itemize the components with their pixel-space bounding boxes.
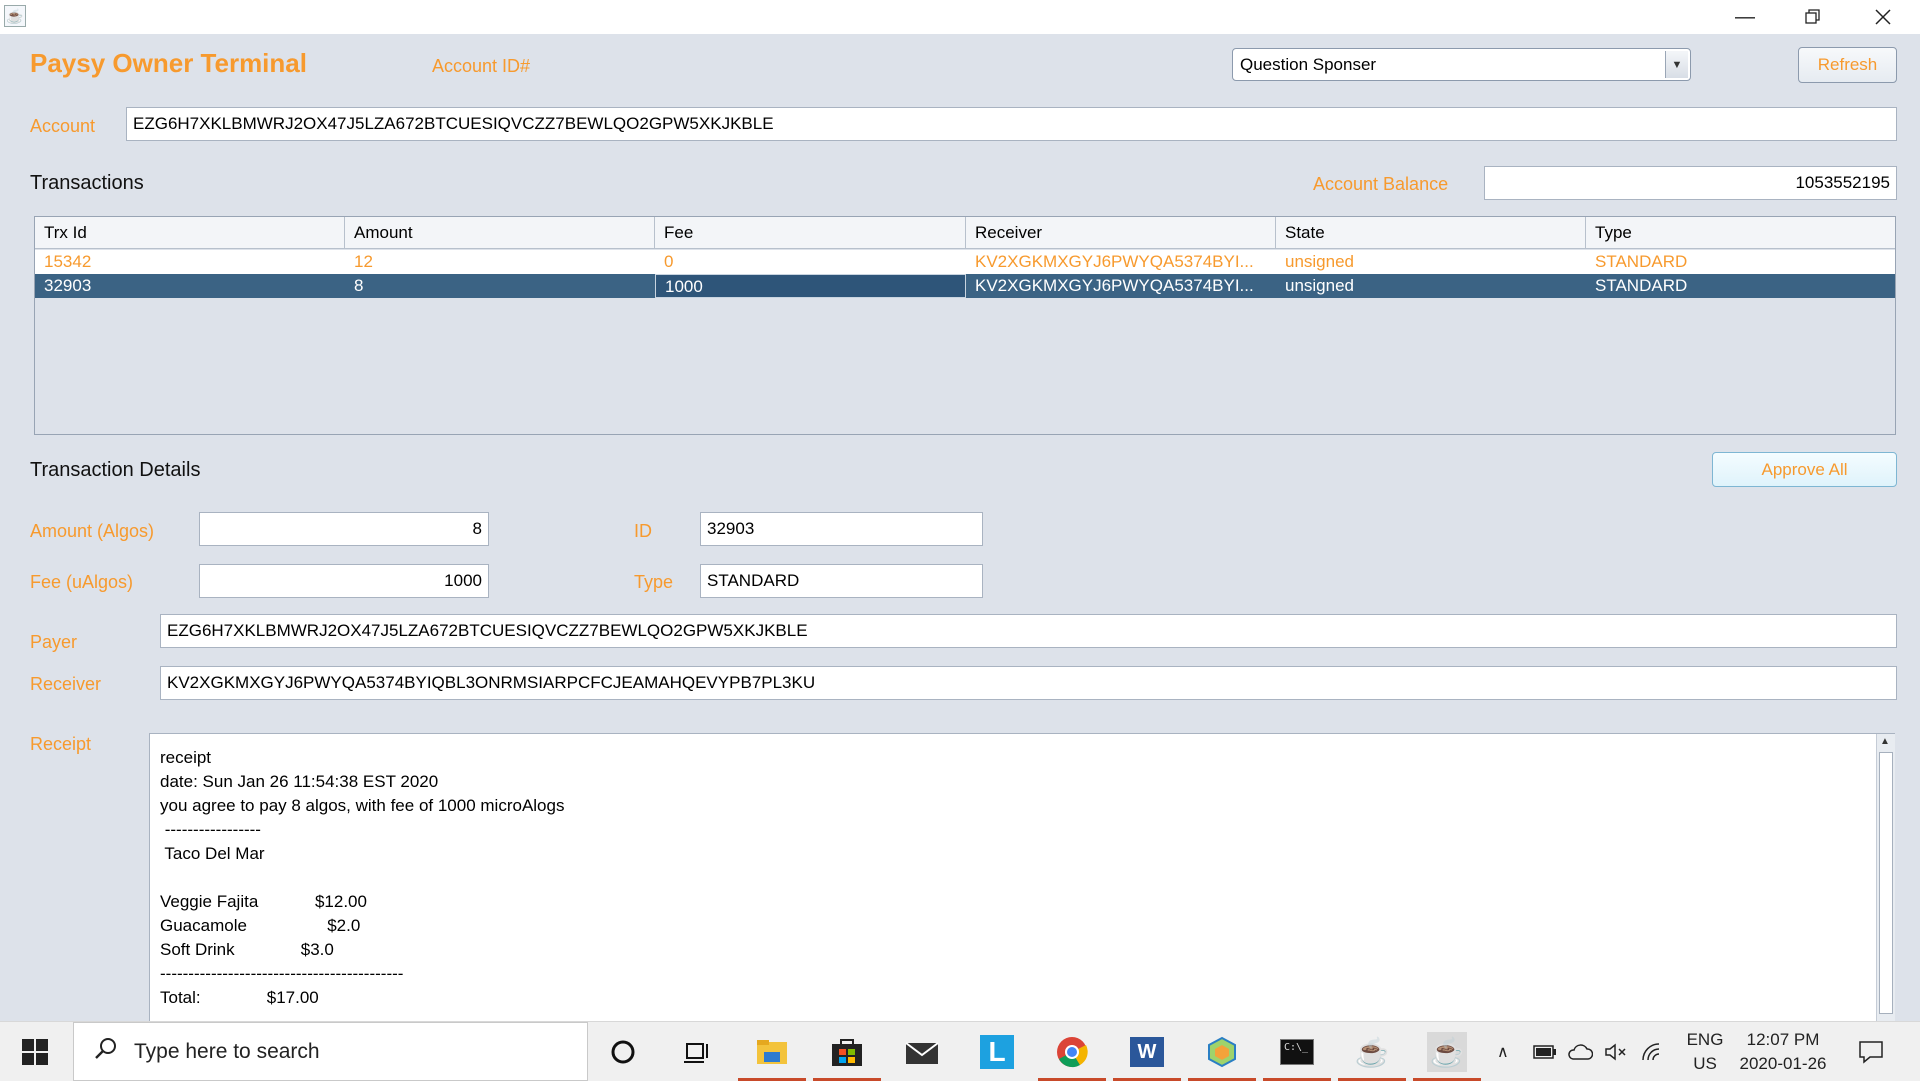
windows-start-icon[interactable] [22,1039,48,1070]
type-label: Type [634,572,674,592]
clock-time: 12:07 PM [1746,1030,1820,1049]
task-view-icon[interactable] [678,1032,718,1072]
cell-trx-id: 32903 [44,276,92,295]
receipt-textarea[interactable]: receipt date: Sun Jan 26 11:54:38 EST 20… [149,733,1895,1023]
cell-receiver: KV2XGKMXGYJ6PWYQA5374BYI... [975,276,1254,295]
java-app-icon: ☕ [4,5,26,27]
windows-taskbar: Type here to search L W C:\_ ☕ ☕ ∧ ENG U… [0,1021,1920,1081]
java-icon-active[interactable]: ☕ [1413,1032,1481,1081]
table-row[interactable]: 15342 12 0 KV2XGKMXGYJ6PWYQA5374BYI... u… [35,250,1895,274]
receipt-scrollbar[interactable]: ▲ [1876,734,1895,1022]
netbeans-cube-icon[interactable] [1188,1032,1256,1081]
java-icon[interactable]: ☕ [1338,1032,1406,1081]
approve-all-button[interactable]: Approve All [1712,452,1897,487]
cortana-icon[interactable] [603,1032,643,1072]
wifi-icon[interactable] [1640,1022,1664,1081]
fee-field[interactable]: 1000 [199,564,489,598]
account-label: Account [30,116,96,136]
receipt-label: Receipt [30,734,92,754]
notification-center-icon[interactable] [1858,1022,1884,1081]
transactions-heading: Transactions [30,172,144,194]
payer-label: Payer [30,632,78,652]
account-balance-label: Account Balance [1313,174,1449,194]
battery-icon[interactable] [1533,1022,1557,1081]
lync-l-icon[interactable]: L [977,1032,1017,1072]
microsoft-store-icon[interactable] [813,1032,881,1081]
account-field[interactable]: EZG6H7XKLBMWRJ2OX47J5LZA672BTCUESIQVCZZ7… [126,107,1897,141]
type-field[interactable]: STANDARD [700,564,983,598]
column-header-amount[interactable]: Amount [345,217,655,249]
app-title: Paysy Owner Terminal [30,48,307,78]
id-field[interactable]: 32903 [700,512,983,546]
clock-date: 2020-01-26 [1739,1054,1827,1073]
file-explorer-icon[interactable] [738,1032,806,1081]
column-header-receiver[interactable]: Receiver [966,217,1276,249]
account-select[interactable]: Question Sponser ▼ [1232,48,1691,81]
transaction-details-heading: Transaction Details [30,459,201,481]
minimize-icon[interactable]: — [1710,0,1780,34]
scroll-thumb[interactable] [1879,752,1893,1014]
chevron-up-icon[interactable]: ∧ [1497,1022,1509,1081]
cell-state: unsigned [1285,276,1355,295]
language-code: ENG [1686,1030,1724,1049]
fee-label: Fee (uAlgos) [30,572,134,592]
transactions-table[interactable]: Trx Id Amount Fee Receiver State Type 15… [34,216,1896,435]
search-icon [94,1037,118,1066]
language-indicator[interactable]: ENG US [1683,1028,1727,1076]
column-header-fee[interactable]: Fee [655,217,966,249]
cell-type: STANDARD [1595,276,1688,295]
account-balance-field[interactable]: 1053552195 [1484,166,1897,200]
mail-icon[interactable] [902,1032,942,1072]
column-header-state[interactable]: State [1276,217,1586,249]
amount-field[interactable]: 8 [199,512,489,546]
refresh-button[interactable]: Refresh [1798,47,1897,83]
receiver-label: Receiver [30,674,102,694]
cell-trx-id: 15342 [44,252,92,271]
account-id-label: Account ID# [432,56,531,76]
cell-receiver: KV2XGKMXGYJ6PWYQA5374BYI... [975,252,1254,271]
cell-state: unsigned [1285,252,1355,271]
close-icon[interactable] [1848,0,1918,34]
taskbar-search-box[interactable]: Type here to search [73,1022,588,1081]
receiver-field[interactable]: KV2XGKMXGYJ6PWYQA5374BYIQBL3ONRMSIARPCFC… [160,666,1897,700]
cell-type: STANDARD [1595,252,1688,271]
chrome-icon[interactable] [1038,1032,1106,1081]
word-icon[interactable]: W [1113,1032,1181,1081]
region-code: US [1693,1054,1717,1073]
cell-amount: 8 [354,276,364,295]
amount-label: Amount (Algos) [30,521,155,541]
id-label: ID [634,521,652,541]
onedrive-cloud-icon[interactable] [1567,1022,1593,1081]
window-title-bar: ☕ — [0,0,1920,34]
payer-field[interactable]: EZG6H7XKLBMWRJ2OX47J5LZA672BTCUESIQVCZZ7… [160,614,1897,648]
cell-fee-focused: 1000 [655,274,966,298]
volume-muted-icon[interactable] [1604,1022,1628,1081]
cell-amount: 12 [354,252,373,271]
account-select-value: Question Sponser [1240,55,1377,74]
clock[interactable]: 12:07 PM 2020-01-26 [1732,1028,1834,1076]
search-placeholder: Type here to search [134,1039,320,1063]
restore-icon[interactable] [1778,0,1848,34]
table-row-selected[interactable]: 32903 8 1000 KV2XGKMXGYJ6PWYQA5374BYI...… [35,274,1895,298]
cell-fee: 0 [664,252,674,271]
scroll-up-icon[interactable]: ▲ [1880,736,1890,747]
chevron-down-icon[interactable]: ▼ [1665,51,1688,78]
column-header-type[interactable]: Type [1586,217,1895,249]
receipt-text: receipt date: Sun Jan 26 11:54:38 EST 20… [160,748,565,1007]
column-header-trx-id[interactable]: Trx Id [35,217,345,249]
terminal-icon[interactable]: C:\_ [1263,1032,1331,1081]
